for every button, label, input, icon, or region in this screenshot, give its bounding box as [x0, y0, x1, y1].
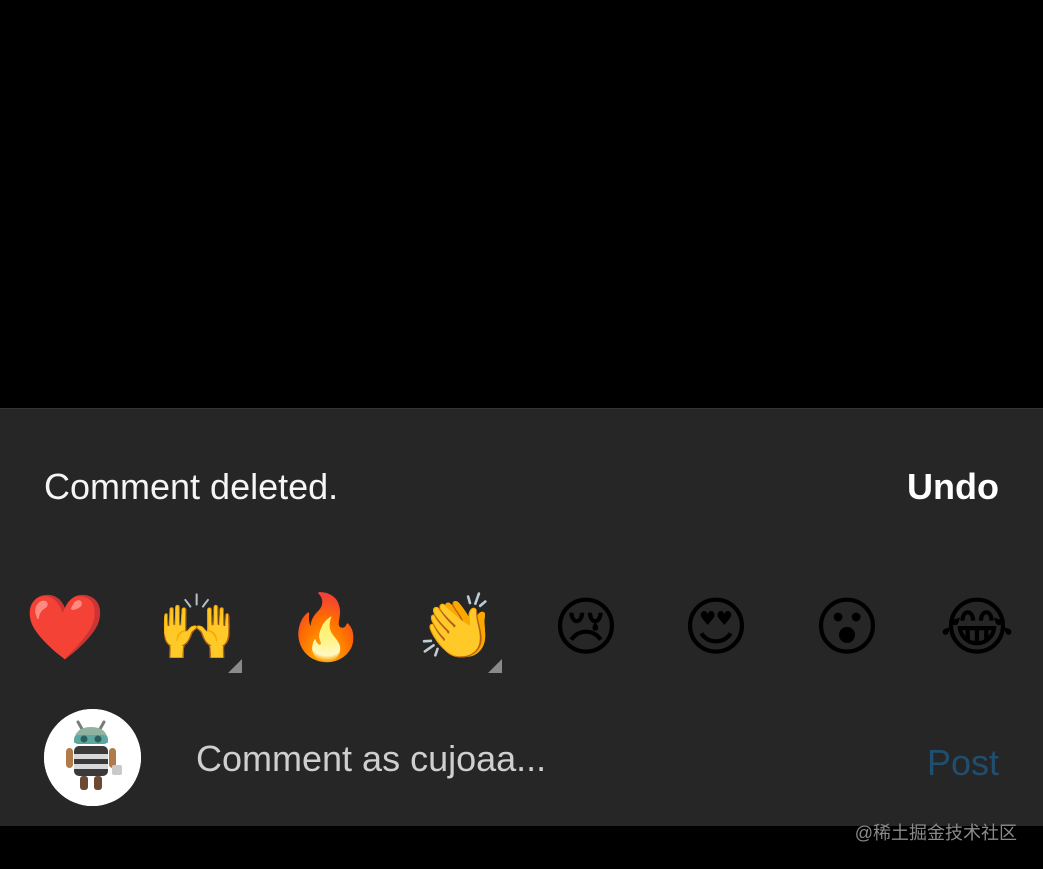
variant-indicator-icon: [228, 659, 242, 673]
reaction-bar: ❤️ 🙌 🔥 👏 😢 😍 😮 😂: [0, 587, 1043, 677]
emoji-clapping-hands[interactable]: 👏: [412, 587, 502, 677]
content-area: [0, 0, 1043, 408]
undo-button[interactable]: Undo: [907, 467, 999, 507]
post-button[interactable]: Post: [927, 743, 999, 783]
comment-composer: Post: [0, 709, 1043, 809]
tears-of-joy-icon: 😂: [939, 591, 1015, 663]
red-heart-icon: ❤️: [25, 591, 105, 663]
watermark: @稀土掘金技术社区: [854, 823, 1017, 843]
emoji-red-heart[interactable]: ❤️: [20, 587, 110, 677]
variant-indicator-icon: [488, 659, 502, 673]
clapping-hands-icon: 👏: [417, 591, 497, 663]
emoji-crying-face[interactable]: 😢: [541, 587, 631, 677]
surprised-face-icon: 😮: [813, 591, 881, 663]
emoji-surprised-face[interactable]: 😮: [802, 587, 892, 677]
comment-input[interactable]: [196, 735, 876, 783]
android-robot-avatar-icon: [44, 709, 141, 806]
comment-sheet: Comment deleted. Undo ❤️ 🙌 🔥 👏 😢 😍 😮 😂 C…: [0, 408, 1043, 826]
snackbar-message: Comment deleted.: [44, 466, 339, 507]
emoji-heart-eyes[interactable]: 😍: [671, 587, 761, 677]
raising-hands-icon: 🙌: [157, 591, 237, 663]
crying-face-icon: 😢: [552, 591, 620, 663]
emoji-raising-hands[interactable]: 🙌: [152, 587, 242, 677]
emoji-tears-of-joy[interactable]: 😂: [932, 587, 1022, 677]
heart-eyes-icon: 😍: [682, 591, 750, 663]
fire-icon: 🔥: [286, 591, 366, 663]
emoji-fire[interactable]: 🔥: [281, 587, 371, 677]
avatar[interactable]: [44, 709, 141, 806]
snackbar: Comment deleted. Undo: [0, 449, 1043, 519]
screen: Comment deleted. Undo ❤️ 🙌 🔥 👏 😢 😍 😮 😂 C…: [0, 0, 1043, 869]
